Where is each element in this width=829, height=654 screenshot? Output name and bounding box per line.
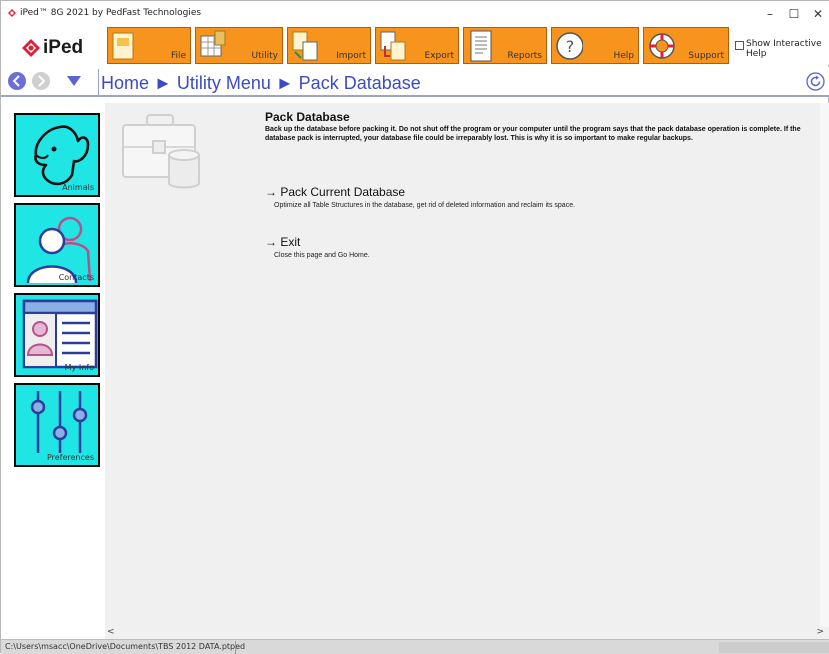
sidebar-item-my-info[interactable]: My Info	[14, 293, 100, 377]
status-panel	[719, 642, 829, 653]
history-dropdown-icon[interactable]	[55, 73, 91, 89]
ribbon-export-button[interactable]: Export	[375, 27, 459, 64]
sidebar-item-label: My Info	[64, 363, 94, 372]
sidebar-item-label: Animals	[62, 183, 94, 192]
ribbon-reports-label: Reports	[507, 51, 542, 61]
utility-icon	[200, 30, 226, 57]
close-button[interactable]: ✕	[805, 5, 829, 23]
logo-text: iPed	[43, 37, 84, 58]
ribbon-support-button[interactable]: Support	[643, 27, 729, 64]
help-icon: ?	[556, 32, 583, 60]
sidebar-item-label: Preferences	[46, 453, 94, 462]
pack-database-link[interactable]: → Pack Current Database	[265, 185, 405, 199]
export-icon	[380, 31, 406, 61]
page-title: Pack Database	[265, 110, 350, 124]
ribbon-file-label: File	[170, 51, 186, 61]
app-window: iPed™ 8G 2021 by PedFast Technologies – …	[0, 0, 829, 654]
exit-label: Exit	[280, 235, 301, 249]
vertical-scrollbar[interactable]	[820, 103, 829, 627]
status-bar: C:\Users\msacc\OneDrive\Documents\TBS 20…	[1, 639, 829, 654]
arrow-right-icon: →	[265, 235, 277, 249]
app-icon	[8, 9, 16, 17]
horizontal-scrollbar[interactable]: < >	[105, 627, 829, 639]
iped-logo: iPed	[21, 37, 101, 59]
maximize-button[interactable]: ☐	[781, 5, 807, 23]
forward-icon[interactable]	[31, 71, 51, 91]
nav-separator	[98, 69, 99, 95]
window-title: iPed™ 8G 2021 by PedFast Technologies	[20, 8, 202, 18]
breadcrumb[interactable]: Home ► Utility Menu ► Pack Database	[101, 73, 421, 94]
database-path: C:\Users\msacc\OneDrive\Documents\TBS 20…	[5, 642, 246, 651]
sidebar-item-animals[interactable]: Animals	[14, 113, 100, 197]
title-bar: iPed™ 8G 2021 by PedFast Technologies – …	[1, 1, 829, 27]
interactive-help-checkbox[interactable]	[735, 41, 744, 50]
logo-icon	[22, 39, 40, 57]
minimize-button[interactable]: –	[757, 5, 783, 23]
interactive-help-label: Show Interactive Help	[746, 39, 822, 59]
reports-icon	[470, 30, 492, 62]
scroll-left-button[interactable]: <	[107, 627, 115, 637]
ribbon-support-label: Support	[688, 51, 724, 61]
page-description: Back up the database before packing it. …	[265, 126, 801, 142]
ribbon-import-label: Import	[336, 51, 366, 61]
scroll-right-button[interactable]: >	[816, 627, 824, 637]
sidebar-item-label: Contacts	[58, 273, 94, 282]
sidebar-item-contacts[interactable]: Contacts	[14, 203, 100, 287]
ribbon-help-button[interactable]: ? Help	[551, 27, 639, 64]
sidebar-item-preferences[interactable]: Preferences	[14, 383, 100, 467]
ribbon-file-button[interactable]: File	[107, 27, 191, 64]
ribbon-utility-button[interactable]: Utility	[195, 27, 283, 64]
pack-database-description: Optimize all Table Structures in the dat…	[274, 202, 576, 209]
ribbon-import-button[interactable]: Import	[287, 27, 371, 64]
exit-link[interactable]: → Exit	[265, 235, 300, 249]
main-content: Pack Database Back up the database befor…	[105, 103, 820, 627]
navigation-bar: Home ► Utility Menu ► Pack Database	[1, 67, 829, 97]
svg-text:?: ?	[566, 37, 575, 56]
ribbon-help-label: Help	[613, 51, 634, 61]
support-icon	[649, 33, 675, 59]
ribbon-reports-button[interactable]: Reports	[463, 27, 547, 64]
database-briefcase-icon	[122, 114, 200, 189]
pack-database-label: Pack Current Database	[280, 185, 406, 199]
sidebar: Animals Contacts My Info Preferences	[9, 103, 105, 627]
ribbon-toolbar: iPed File Utility Import Export Reports …	[1, 27, 829, 65]
ribbon-utility-label: Utility	[251, 51, 278, 61]
import-icon	[292, 31, 318, 61]
file-icon	[112, 32, 134, 60]
back-icon[interactable]	[7, 71, 27, 91]
status-divider	[235, 641, 236, 654]
refresh-icon[interactable]	[806, 72, 825, 91]
ribbon-export-label: Export	[424, 51, 454, 61]
exit-description: Close this page and Go Home.	[274, 252, 370, 259]
arrow-right-icon: →	[265, 185, 277, 199]
